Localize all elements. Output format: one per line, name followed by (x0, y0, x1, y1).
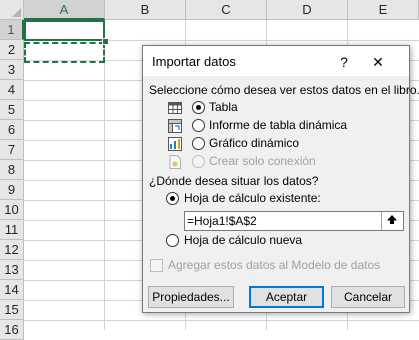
pivot-chart-icon (168, 137, 182, 151)
view-option-pivot-chart-label[interactable]: Gráfico dinámico (209, 136, 299, 150)
row-header-12[interactable]: 12 (0, 240, 24, 260)
grid-line (104, 20, 105, 330)
help-button[interactable]: ? (334, 52, 354, 72)
data-model-label[interactable]: Agregar estos datos al Modelo de datos (168, 258, 380, 272)
active-cell-a1[interactable] (24, 20, 105, 41)
view-option-table-radio[interactable] (192, 101, 205, 114)
row-header-10[interactable]: 10 (0, 200, 24, 220)
row-header-5[interactable]: 5 (0, 100, 24, 120)
table-icon (168, 102, 182, 114)
row-header-4[interactable]: 4 (0, 80, 24, 100)
location-new-sheet-label[interactable]: Hoja de cálculo nueva (184, 233, 302, 247)
view-prompt: Seleccione cómo desea ver estos datos en… (149, 83, 419, 97)
row-header-9[interactable]: 9 (0, 180, 24, 200)
row-header-14[interactable]: 14 (0, 280, 24, 300)
row-header-2[interactable]: 2 (0, 40, 24, 60)
row-header-1[interactable]: 1 (0, 20, 24, 40)
grid-line (24, 320, 419, 321)
pivot-table-icon (168, 119, 182, 133)
properties-button[interactable]: Propiedades... (148, 286, 234, 308)
cancel-button[interactable]: Cancelar (331, 286, 405, 308)
row-header-13[interactable]: 13 (0, 260, 24, 280)
dialog-titlebar[interactable]: Importar datos ? ✕ (143, 46, 409, 76)
fill-handle[interactable] (102, 38, 109, 45)
row-header-16[interactable]: 16 (0, 320, 24, 340)
view-option-pivot-table-label[interactable]: Informe de tabla dinámica (209, 118, 347, 132)
accept-button[interactable]: Aceptar (249, 286, 324, 308)
view-option-table-label[interactable]: Tabla (209, 100, 238, 114)
close-button[interactable]: ✕ (367, 52, 389, 72)
column-header-b[interactable]: B (105, 0, 186, 20)
view-option-connection-only-radio[interactable] (192, 155, 205, 168)
column-header-c[interactable]: C (186, 0, 267, 20)
row-header-3[interactable]: 3 (0, 60, 24, 80)
data-model-checkbox[interactable] (150, 259, 163, 272)
connection-only-icon (169, 155, 181, 169)
row-header-8[interactable]: 8 (0, 160, 24, 180)
view-option-connection-only-label[interactable]: Crear solo conexión (209, 154, 316, 168)
cell-reference-box (184, 211, 404, 231)
row-header-6[interactable]: 6 (0, 120, 24, 140)
row-header-7[interactable]: 7 (0, 140, 24, 160)
select-all-corner[interactable] (0, 0, 24, 20)
location-existing-sheet-label[interactable]: Hoja de cálculo existente: (184, 191, 321, 205)
cell-reference-input[interactable] (187, 212, 372, 230)
import-data-dialog: Importar datos ? ✕ Seleccione cómo desea… (142, 45, 419, 313)
location-existing-sheet-radio[interactable] (166, 192, 179, 205)
location-prompt: ¿Dónde desea situar los datos? (149, 174, 319, 188)
view-option-pivot-table-radio[interactable] (192, 119, 205, 132)
location-new-sheet-radio[interactable] (166, 234, 179, 247)
target-cell-a2[interactable] (24, 42, 105, 63)
column-header-a[interactable]: A (24, 0, 105, 20)
collapse-arrow-icon (387, 215, 397, 224)
row-header-11[interactable]: 11 (0, 220, 24, 240)
row-header-15[interactable]: 15 (0, 300, 24, 320)
column-header-d[interactable]: D (267, 0, 348, 20)
column-header-e[interactable]: E (348, 0, 419, 20)
view-option-pivot-chart-radio[interactable] (192, 137, 205, 150)
dialog-title: Importar datos (152, 54, 236, 69)
collapse-dialog-button[interactable] (381, 212, 403, 230)
